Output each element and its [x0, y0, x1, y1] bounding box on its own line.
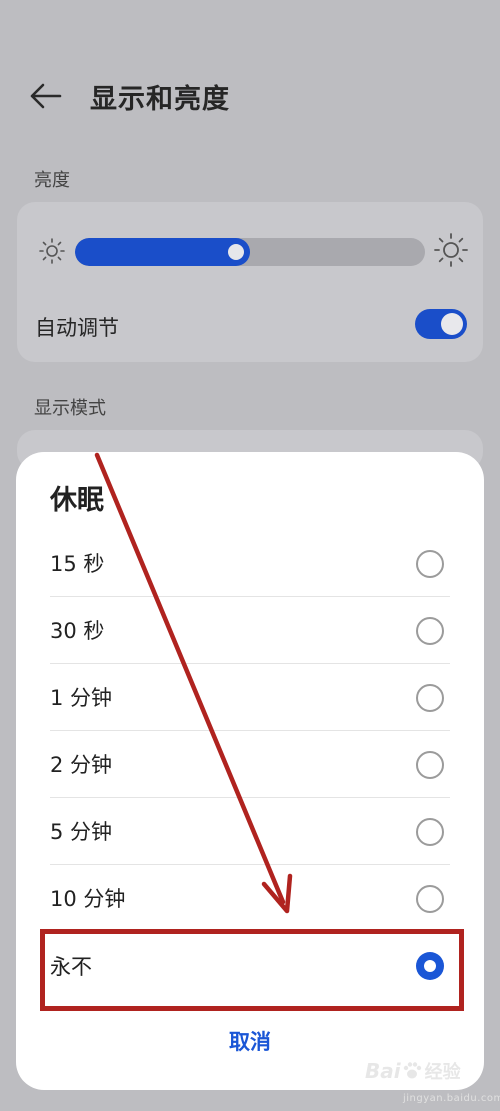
- brightness-slider[interactable]: [75, 238, 425, 266]
- toggle-knob: [441, 313, 463, 335]
- sleep-option-15s[interactable]: 15 秒: [50, 530, 450, 597]
- sleep-option-5min[interactable]: 5 分钟: [50, 798, 450, 865]
- back-button[interactable]: [30, 76, 70, 116]
- auto-adjust-toggle[interactable]: [415, 309, 467, 339]
- page-title: 显示和亮度: [90, 83, 230, 115]
- brightness-card: 自动调节: [17, 202, 483, 362]
- header: 显示和亮度: [30, 70, 230, 122]
- sun-large-icon: [433, 232, 469, 272]
- radio-button[interactable]: [416, 684, 444, 712]
- watermark-url: jingyan.baidu.com: [403, 1093, 500, 1104]
- radio-button[interactable]: [416, 550, 444, 578]
- sleep-option-1min[interactable]: 1 分钟: [50, 664, 450, 731]
- radio-button[interactable]: [416, 617, 444, 645]
- option-label: 15 秒: [50, 552, 105, 576]
- watermark-brand: Bai: [365, 1059, 401, 1083]
- dialog-title: 休眠: [50, 485, 104, 516]
- sleep-option-2min[interactable]: 2 分钟: [50, 731, 450, 798]
- section-label-display-mode: 显示模式: [34, 398, 106, 419]
- radio-button[interactable]: [416, 885, 444, 913]
- auto-adjust-label: 自动调节: [35, 316, 119, 340]
- radio-button[interactable]: [416, 818, 444, 846]
- section-label-brightness: 亮度: [34, 170, 70, 191]
- baidu-watermark-logo: Bai 经验: [365, 1058, 461, 1084]
- sleep-option-30s[interactable]: 30 秒: [50, 597, 450, 664]
- radio-button[interactable]: [416, 751, 444, 779]
- brightness-slider-thumb[interactable]: [228, 244, 244, 260]
- annotation-highlight-box: [40, 929, 464, 1011]
- option-label: 30 秒: [50, 619, 105, 643]
- option-label: 2 分钟: [50, 753, 113, 777]
- option-label: 10 分钟: [50, 887, 126, 911]
- watermark-brand-cn: 经验: [424, 1062, 461, 1083]
- option-label: 5 分钟: [50, 820, 113, 844]
- sun-small-icon: [37, 236, 67, 270]
- sleep-option-10min[interactable]: 10 分钟: [50, 865, 450, 932]
- arrow-left-icon: [30, 83, 62, 109]
- paw-icon: [403, 1062, 421, 1079]
- brightness-slider-fill: [75, 238, 250, 266]
- option-label: 1 分钟: [50, 686, 113, 710]
- cancel-button[interactable]: 取消: [16, 1026, 484, 1056]
